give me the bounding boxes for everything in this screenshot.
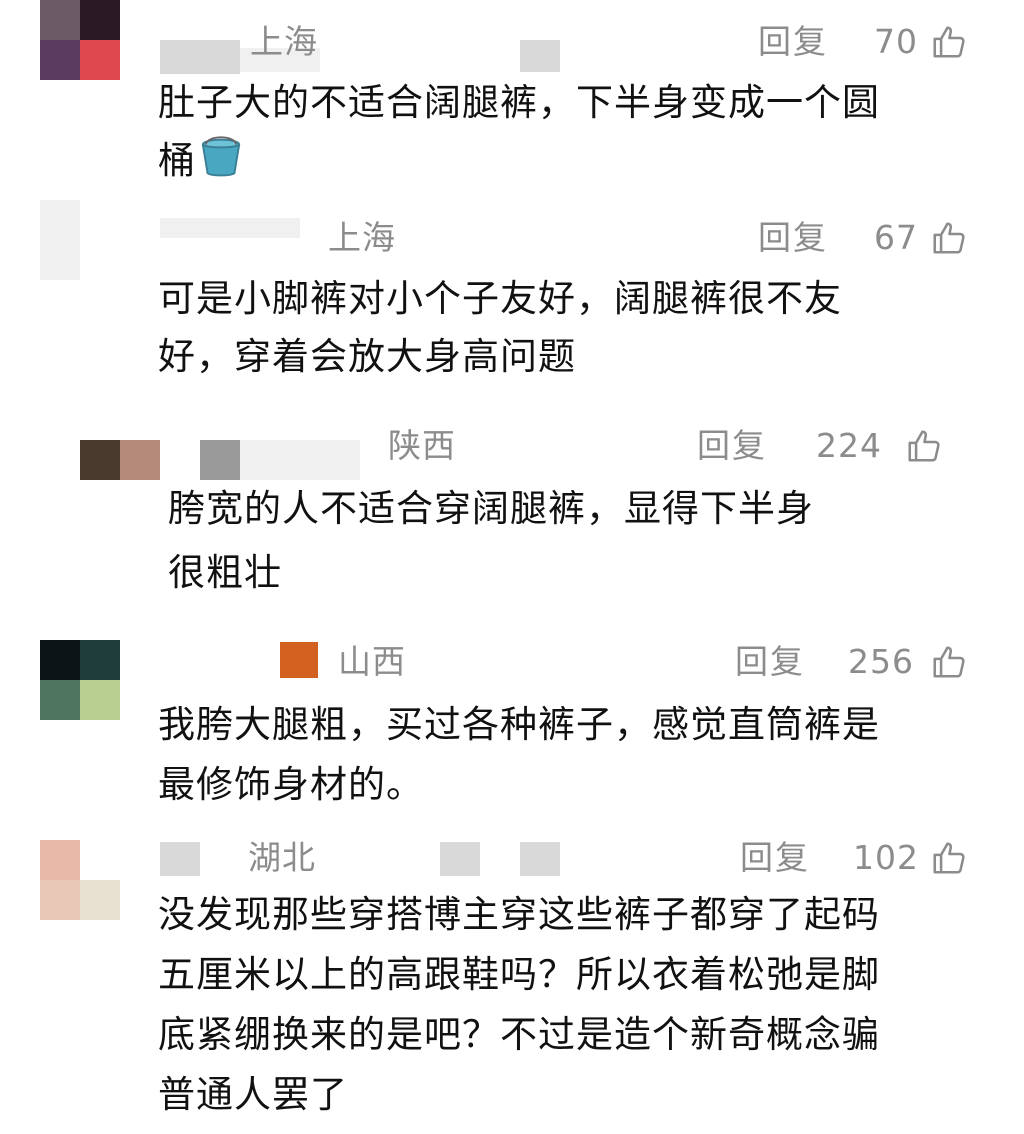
comment-text-segment: 桶: [158, 139, 196, 182]
bucket-icon: [201, 136, 241, 177]
comment-list: { "colors": { "meta_text": "#8c8c8c", "b…: [0, 0, 1024, 1134]
comment-text-line: 肚子大的不适合阔腿裤，下半身变成一个圆: [158, 81, 880, 124]
avatar[interactable]: [40, 200, 120, 280]
comment-text-line: 很粗壮: [168, 551, 282, 594]
avatar-pixel: [40, 640, 80, 680]
thumbs-up-icon[interactable]: [930, 23, 968, 61]
redacted-block: [520, 842, 560, 876]
reply-button[interactable]: 回复: [697, 426, 767, 466]
comment-text-line: 五厘米以上的高跟鞋吗？所以衣着松弛是脚: [158, 953, 880, 996]
avatar-pixel: [80, 440, 120, 480]
region-label: 上海: [250, 22, 318, 61]
username-redacted[interactable]: [160, 40, 240, 74]
comment-text-line: 最修饰身材的。: [158, 763, 424, 806]
avatar-pixel: [40, 200, 80, 240]
avatar[interactable]: [40, 640, 120, 720]
reply-button[interactable]: 回复: [758, 218, 828, 258]
comment-text-line: 没发现那些穿搭博主穿这些裤子都穿了起码: [158, 893, 880, 936]
redacted-block: [520, 40, 560, 72]
avatar-pixel: [80, 200, 120, 240]
region-label: 山西: [338, 642, 406, 681]
avatar-pixel: [40, 840, 80, 880]
thumbs-up-icon[interactable]: [930, 643, 968, 681]
avatar-pixel: [200, 440, 240, 480]
avatar-pixel: [40, 240, 80, 280]
reply-button[interactable]: 回复: [740, 838, 810, 878]
comment-text-line: 桶: [158, 132, 244, 190]
avatar-pixel: [160, 440, 200, 480]
avatar[interactable]: [80, 440, 240, 480]
comment-text-line: 胯宽的人不适合穿阔腿裤，显得下半身: [168, 487, 814, 530]
like-count: 224: [816, 426, 882, 465]
like-count: 256: [848, 642, 914, 681]
thumbs-up-icon[interactable]: [930, 219, 968, 257]
username-redacted[interactable]: [160, 842, 200, 876]
reply-button[interactable]: 回复: [758, 22, 828, 62]
comment-text-line: 普通人罢了: [158, 1073, 348, 1116]
redacted-block: [440, 842, 480, 876]
region-label: 上海: [328, 218, 396, 257]
username-redacted[interactable]: [240, 440, 360, 480]
like-count: 102: [853, 838, 919, 877]
avatar-pixel: [80, 880, 120, 920]
avatar-pixel: [40, 880, 80, 920]
avatar-pixel: [80, 640, 120, 680]
like-count: 70: [874, 22, 918, 61]
thumbs-up-icon[interactable]: [905, 427, 943, 465]
region-label: 陕西: [388, 426, 456, 465]
avatar[interactable]: [40, 0, 120, 80]
avatar-pixel: [40, 0, 80, 40]
username-redacted[interactable]: [160, 218, 300, 238]
avatar-pixel: [40, 680, 80, 720]
avatar[interactable]: [40, 840, 120, 920]
avatar-pixel: [80, 0, 120, 40]
avatar-pixel: [80, 240, 120, 280]
avatar-pixel: [80, 840, 120, 880]
username-redacted[interactable]: [280, 642, 318, 678]
avatar-pixel: [120, 440, 160, 480]
comment-text-line: 我胯大腿粗，买过各种裤子，感觉直筒裤是: [158, 703, 880, 746]
comment-text-line: 底紧绷换来的是吧？不过是造个新奇概念骗: [158, 1013, 880, 1056]
avatar-pixel: [40, 40, 80, 80]
thumbs-up-icon[interactable]: [930, 839, 968, 877]
reply-button[interactable]: 回复: [735, 642, 805, 682]
comment-text-line: 好，穿着会放大身高问题: [158, 335, 576, 378]
avatar-pixel: [80, 680, 120, 720]
avatar-pixel: [80, 40, 120, 80]
like-count: 67: [874, 218, 918, 257]
region-label: 湖北: [248, 838, 316, 877]
comment-text-line: 可是小脚裤对小个子友好，阔腿裤很不友: [158, 277, 842, 320]
